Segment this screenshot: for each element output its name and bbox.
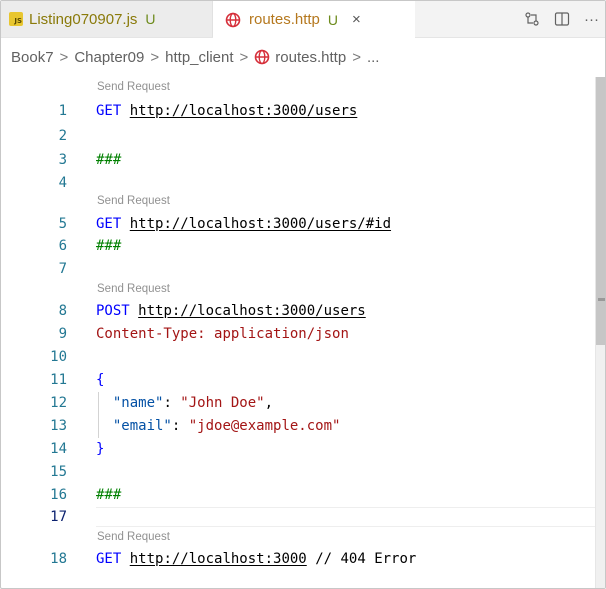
request-separator: ### [96,238,122,254]
tab-routes-http[interactable]: routes.http U × [213,1,415,38]
current-line-highlight [96,507,605,527]
code-line: ### [96,152,121,168]
editor-window: JS Listing070907.js U routes.http U × ··… [0,0,606,589]
code-comment: // 404 Error [315,551,417,567]
request-url[interactable]: http://localhost:3000/users [130,103,358,119]
code-line: ### [96,487,121,503]
request-url[interactable]: http://localhost:3000/users/#id [130,216,391,232]
http-method: GET [96,216,122,232]
code-line: } [96,441,104,457]
line-number: 8 [58,303,67,319]
line-number: 18 [50,551,67,567]
compare-changes-icon[interactable] [524,11,540,27]
code-editor[interactable]: Send Request 1 GET http://localhost:3000… [1,77,605,588]
send-request-link[interactable]: Send Request [97,531,170,543]
json-key: "name" [112,395,164,411]
code-line: { [96,372,104,388]
line-number: 15 [50,464,67,480]
chevron-right-icon: > [352,48,361,66]
line-number: 3 [58,152,67,168]
request-separator: ### [96,487,122,503]
brace: { [96,372,105,388]
header-name: Content-Type: [96,326,206,342]
send-request-link[interactable]: Send Request [97,81,170,93]
send-request-link[interactable]: Send Request [97,195,170,207]
line-number: 11 [50,372,67,388]
line-number: 14 [50,441,67,457]
untracked-badge: U [145,11,156,27]
request-url[interactable]: http://localhost:3000/users [138,303,366,319]
line-number: 12 [50,395,67,411]
js-file-icon: JS [9,12,23,26]
more-actions-icon[interactable]: ··· [584,11,599,28]
tab-bar: JS Listing070907.js U routes.http U × ··… [1,1,605,38]
code-line: GET http://localhost:3000/users/#id [96,216,391,232]
split-editor-icon[interactable] [554,11,570,27]
tab-label: Listing070907.js [29,10,138,28]
globe-icon [225,12,241,27]
breadcrumb-item[interactable]: http_client [165,49,233,66]
breadcrumb-item[interactable]: Chapter09 [74,49,144,66]
json-value: "jdoe@example.com" [188,418,341,434]
colon: : [163,395,181,411]
line-number: 10 [50,349,67,365]
code-line: GET http://localhost:3000/users [96,103,357,119]
code-line: POST http://localhost:3000/users [96,303,366,319]
line-number: 5 [58,216,67,232]
line-number: 17 [50,509,67,525]
chevron-right-icon: > [59,48,69,66]
comma: , [264,395,274,411]
line-number: 16 [50,487,67,503]
code-line: "email": "jdoe@example.com" [96,418,341,434]
line-number: 2 [58,128,67,144]
code-line: ### [96,238,121,254]
scrollbar-thumb[interactable] [596,77,605,345]
code-line: Content-Type: application/json [96,326,349,342]
line-number: 9 [58,326,67,342]
code-line: GET http://localhost:3000 // 404 Error [96,551,416,567]
http-method: POST [96,303,130,319]
tab-listing-js[interactable]: JS Listing070907.js U [1,1,213,37]
breadcrumb-item[interactable]: routes.http [275,49,346,66]
chevron-right-icon: > [239,48,249,66]
vertical-scrollbar[interactable] [595,77,605,588]
globe-icon [254,49,270,65]
line-number: 13 [50,418,67,434]
line-number: 6 [58,238,67,254]
tab-label: routes.http [249,11,320,28]
request-url[interactable]: http://localhost:3000 [130,551,307,567]
json-value: "John Doe" [180,395,265,411]
breadcrumb-item[interactable]: Book7 [11,49,54,66]
breadcrumb: Book7 > Chapter09 > http_client > routes… [1,37,605,77]
request-separator: ### [96,152,122,168]
send-request-link[interactable]: Send Request [97,283,170,295]
http-method: GET [96,551,122,567]
line-number: 7 [58,261,67,277]
header-value: application/json [214,326,349,342]
json-key: "email" [112,418,172,434]
line-number: 1 [58,103,67,119]
overview-ruler-mark [598,298,605,301]
brace: } [96,441,105,457]
close-tab-icon[interactable]: × [352,11,361,28]
http-method: GET [96,103,122,119]
untracked-badge: U [327,11,339,28]
code-line: "name": "John Doe", [96,395,273,411]
line-number: 4 [58,175,67,191]
colon: : [171,418,189,434]
chevron-right-icon: > [150,48,160,66]
breadcrumb-item[interactable]: ... [367,49,380,66]
tab-actions: ··· [524,1,599,37]
